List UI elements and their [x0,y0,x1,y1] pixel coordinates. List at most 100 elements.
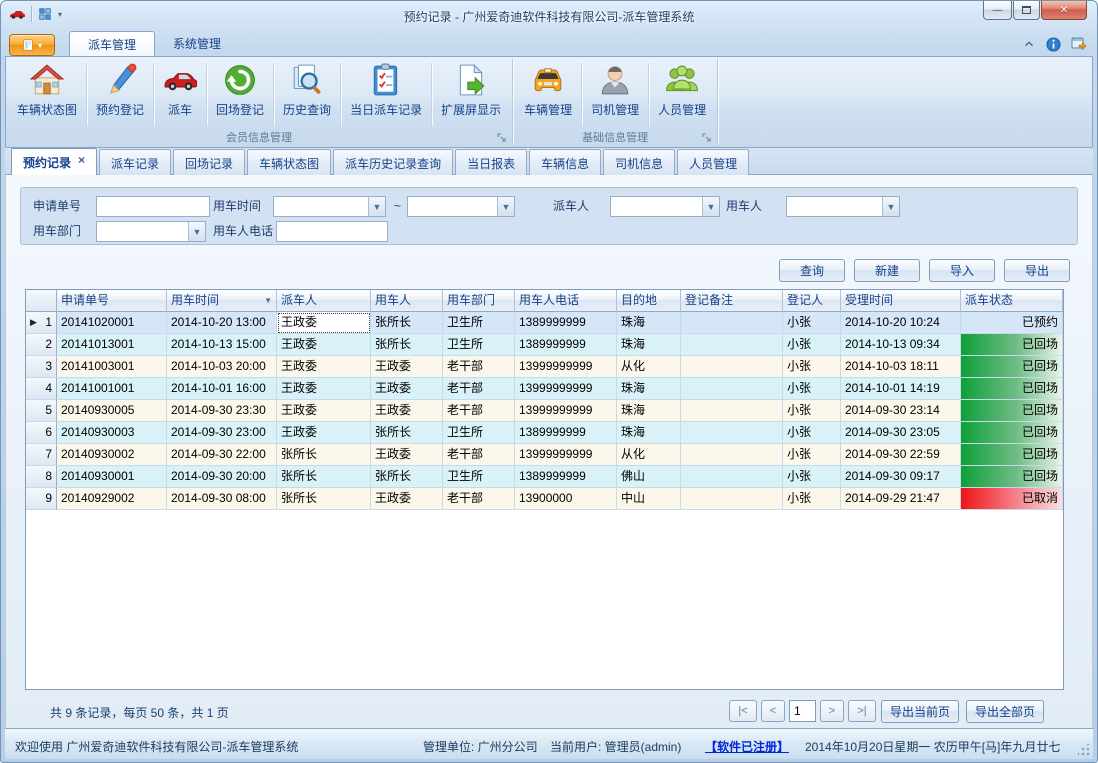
cell-user-phone[interactable]: 1389999999 [515,466,617,488]
cell-dispatch-status[interactable]: 已回场 [961,466,1063,488]
cell-department[interactable]: 老干部 [443,356,515,378]
cell-register-remark[interactable] [681,378,783,400]
export-button[interactable]: 导出 [1004,259,1070,282]
table-row[interactable]: ▶1201410200012014-10-20 13:00王政委张所长卫生所13… [26,312,1063,334]
ribbon-button-reservation-register[interactable]: 预约登记 [87,59,153,130]
cell-department[interactable]: 卫生所 [443,422,515,444]
dialog-launcher-icon[interactable] [496,132,508,144]
cell-register-remark[interactable] [681,444,783,466]
table-row[interactable]: 9201409290022014-09-30 08:00张所长王政委老干部139… [26,488,1063,510]
cell-destination[interactable]: 珠海 [617,312,681,334]
tab-daily-report[interactable]: 当日报表 [455,149,527,175]
cell-dispatch-status[interactable]: 已回场 [961,422,1063,444]
cell-order-no[interactable]: 20140930002 [57,444,167,466]
order-no-field[interactable] [97,197,209,216]
cell-registrar[interactable]: 小张 [783,422,841,444]
cell-registrar[interactable]: 小张 [783,312,841,334]
cell-use-time[interactable]: 2014-09-30 23:30 [167,400,277,422]
cell-use-time[interactable]: 2014-10-01 16:00 [167,378,277,400]
cell-vehicle-user[interactable]: 王政委 [371,400,443,422]
dispatcher-combo[interactable]: ▼ [610,196,720,217]
cell-accept-time[interactable]: 2014-09-30 23:14 [841,400,961,422]
cell-vehicle-user[interactable]: 张所长 [371,312,443,334]
collapse-ribbon-icon[interactable] [1022,37,1036,51]
previous-page-button[interactable]: < [761,700,785,722]
cell-destination[interactable]: 从化 [617,356,681,378]
page-number-input[interactable] [789,700,816,722]
cell-registrar[interactable]: 小张 [783,444,841,466]
row-selector[interactable]: 8 [26,466,57,488]
phone-field[interactable] [277,222,387,241]
column-header-dispatch-status[interactable]: 派车状态 [961,290,1063,312]
ribbon-button-history-query[interactable]: 历史查询 [274,59,340,130]
cell-dispatcher[interactable]: 王政委 [277,356,371,378]
cell-destination[interactable]: 佛山 [617,466,681,488]
cell-dispatcher[interactable]: 张所长 [277,466,371,488]
cell-use-time[interactable]: 2014-10-20 13:00 [167,312,277,334]
cell-user-phone[interactable]: 13999999999 [515,378,617,400]
column-header-accept-time[interactable]: 受理时间 [841,290,961,312]
cell-order-no[interactable]: 20140930005 [57,400,167,422]
tab-reservation-records[interactable]: 预约记录× [11,148,97,175]
cell-vehicle-user[interactable]: 王政委 [371,444,443,466]
order-no-input[interactable] [96,196,210,217]
cell-use-time[interactable]: 2014-10-13 15:00 [167,334,277,356]
row-selector[interactable]: 9 [26,488,57,510]
use-time-to-combo[interactable]: ▼ [407,196,515,217]
column-header-use-time[interactable]: 用车时间▼ [167,290,277,312]
cell-department[interactable]: 卫生所 [443,466,515,488]
last-page-button[interactable]: >| [848,700,876,722]
department-field[interactable] [97,222,188,241]
close-tab-icon[interactable]: × [78,154,85,175]
ribbon-button-dispatch[interactable]: 派车 [154,59,206,130]
cell-user-phone[interactable]: 1389999999 [515,312,617,334]
cell-accept-time[interactable]: 2014-10-13 09:34 [841,334,961,356]
cell-use-time[interactable]: 2014-10-03 20:00 [167,356,277,378]
cell-dispatcher[interactable]: 王政委 [277,334,371,356]
close-button[interactable]: ✕ [1041,1,1087,20]
ribbon-button-today-dispatch-records[interactable]: 当日派车记录 [341,59,431,130]
cell-destination[interactable]: 珠海 [617,378,681,400]
tab-personnel-management[interactable]: 人员管理 [677,149,749,175]
cell-dispatcher[interactable]: 王政委 [277,378,371,400]
row-selector[interactable]: 7 [26,444,57,466]
column-header-destination[interactable]: 目的地 [617,290,681,312]
cell-register-remark[interactable] [681,488,783,510]
cell-department[interactable]: 老干部 [443,488,515,510]
table-row[interactable]: 4201410010012014-10-01 16:00王政委王政委老干部139… [26,378,1063,400]
maximize-button[interactable] [1013,1,1040,20]
column-header-order-no[interactable]: 申请单号 [57,290,167,312]
ribbon-tab-dispatch-management[interactable]: 派车管理 [69,31,155,56]
cell-registrar[interactable]: 小张 [783,356,841,378]
row-selector[interactable]: 3 [26,356,57,378]
ribbon-button-vehicle-status-map[interactable]: 车辆状态图 [8,59,86,130]
cell-register-remark[interactable] [681,334,783,356]
chevron-down-icon[interactable]: ▼ [188,222,205,241]
department-combo[interactable]: ▼ [96,221,206,242]
user-combo[interactable]: ▼ [786,196,900,217]
column-header-dispatcher[interactable]: 派车人 [277,290,371,312]
table-row[interactable]: 2201410130012014-10-13 15:00王政委张所长卫生所138… [26,334,1063,356]
cell-order-no[interactable]: 20140929002 [57,488,167,510]
cell-vehicle-user[interactable]: 王政委 [371,378,443,400]
cell-user-phone[interactable]: 1389999999 [515,422,617,444]
cell-dispatch-status[interactable]: 已回场 [961,356,1063,378]
cell-use-time[interactable]: 2014-09-30 22:00 [167,444,277,466]
row-selector[interactable]: 2 [26,334,57,356]
cell-dispatch-status[interactable]: 已预约 [961,312,1063,334]
query-button[interactable]: 查询 [779,259,845,282]
cell-registrar[interactable]: 小张 [783,488,841,510]
ribbon-button-vehicle-management[interactable]: 车辆管理 [515,59,581,130]
cell-accept-time[interactable]: 2014-10-03 18:11 [841,356,961,378]
cell-department[interactable]: 老干部 [443,444,515,466]
cell-order-no[interactable]: 20141013001 [57,334,167,356]
cell-accept-time[interactable]: 2014-10-01 14:19 [841,378,961,400]
export-current-page-button[interactable]: 导出当前页 [881,700,959,723]
cell-dispatch-status[interactable]: 已回场 [961,444,1063,466]
cell-dispatcher[interactable]: 王政委 [277,400,371,422]
info-icon[interactable] [1046,37,1061,52]
cell-dispatch-status[interactable]: 已回场 [961,334,1063,356]
cell-registrar[interactable]: 小张 [783,466,841,488]
cell-accept-time[interactable]: 2014-09-29 21:47 [841,488,961,510]
cell-vehicle-user[interactable]: 张所长 [371,334,443,356]
